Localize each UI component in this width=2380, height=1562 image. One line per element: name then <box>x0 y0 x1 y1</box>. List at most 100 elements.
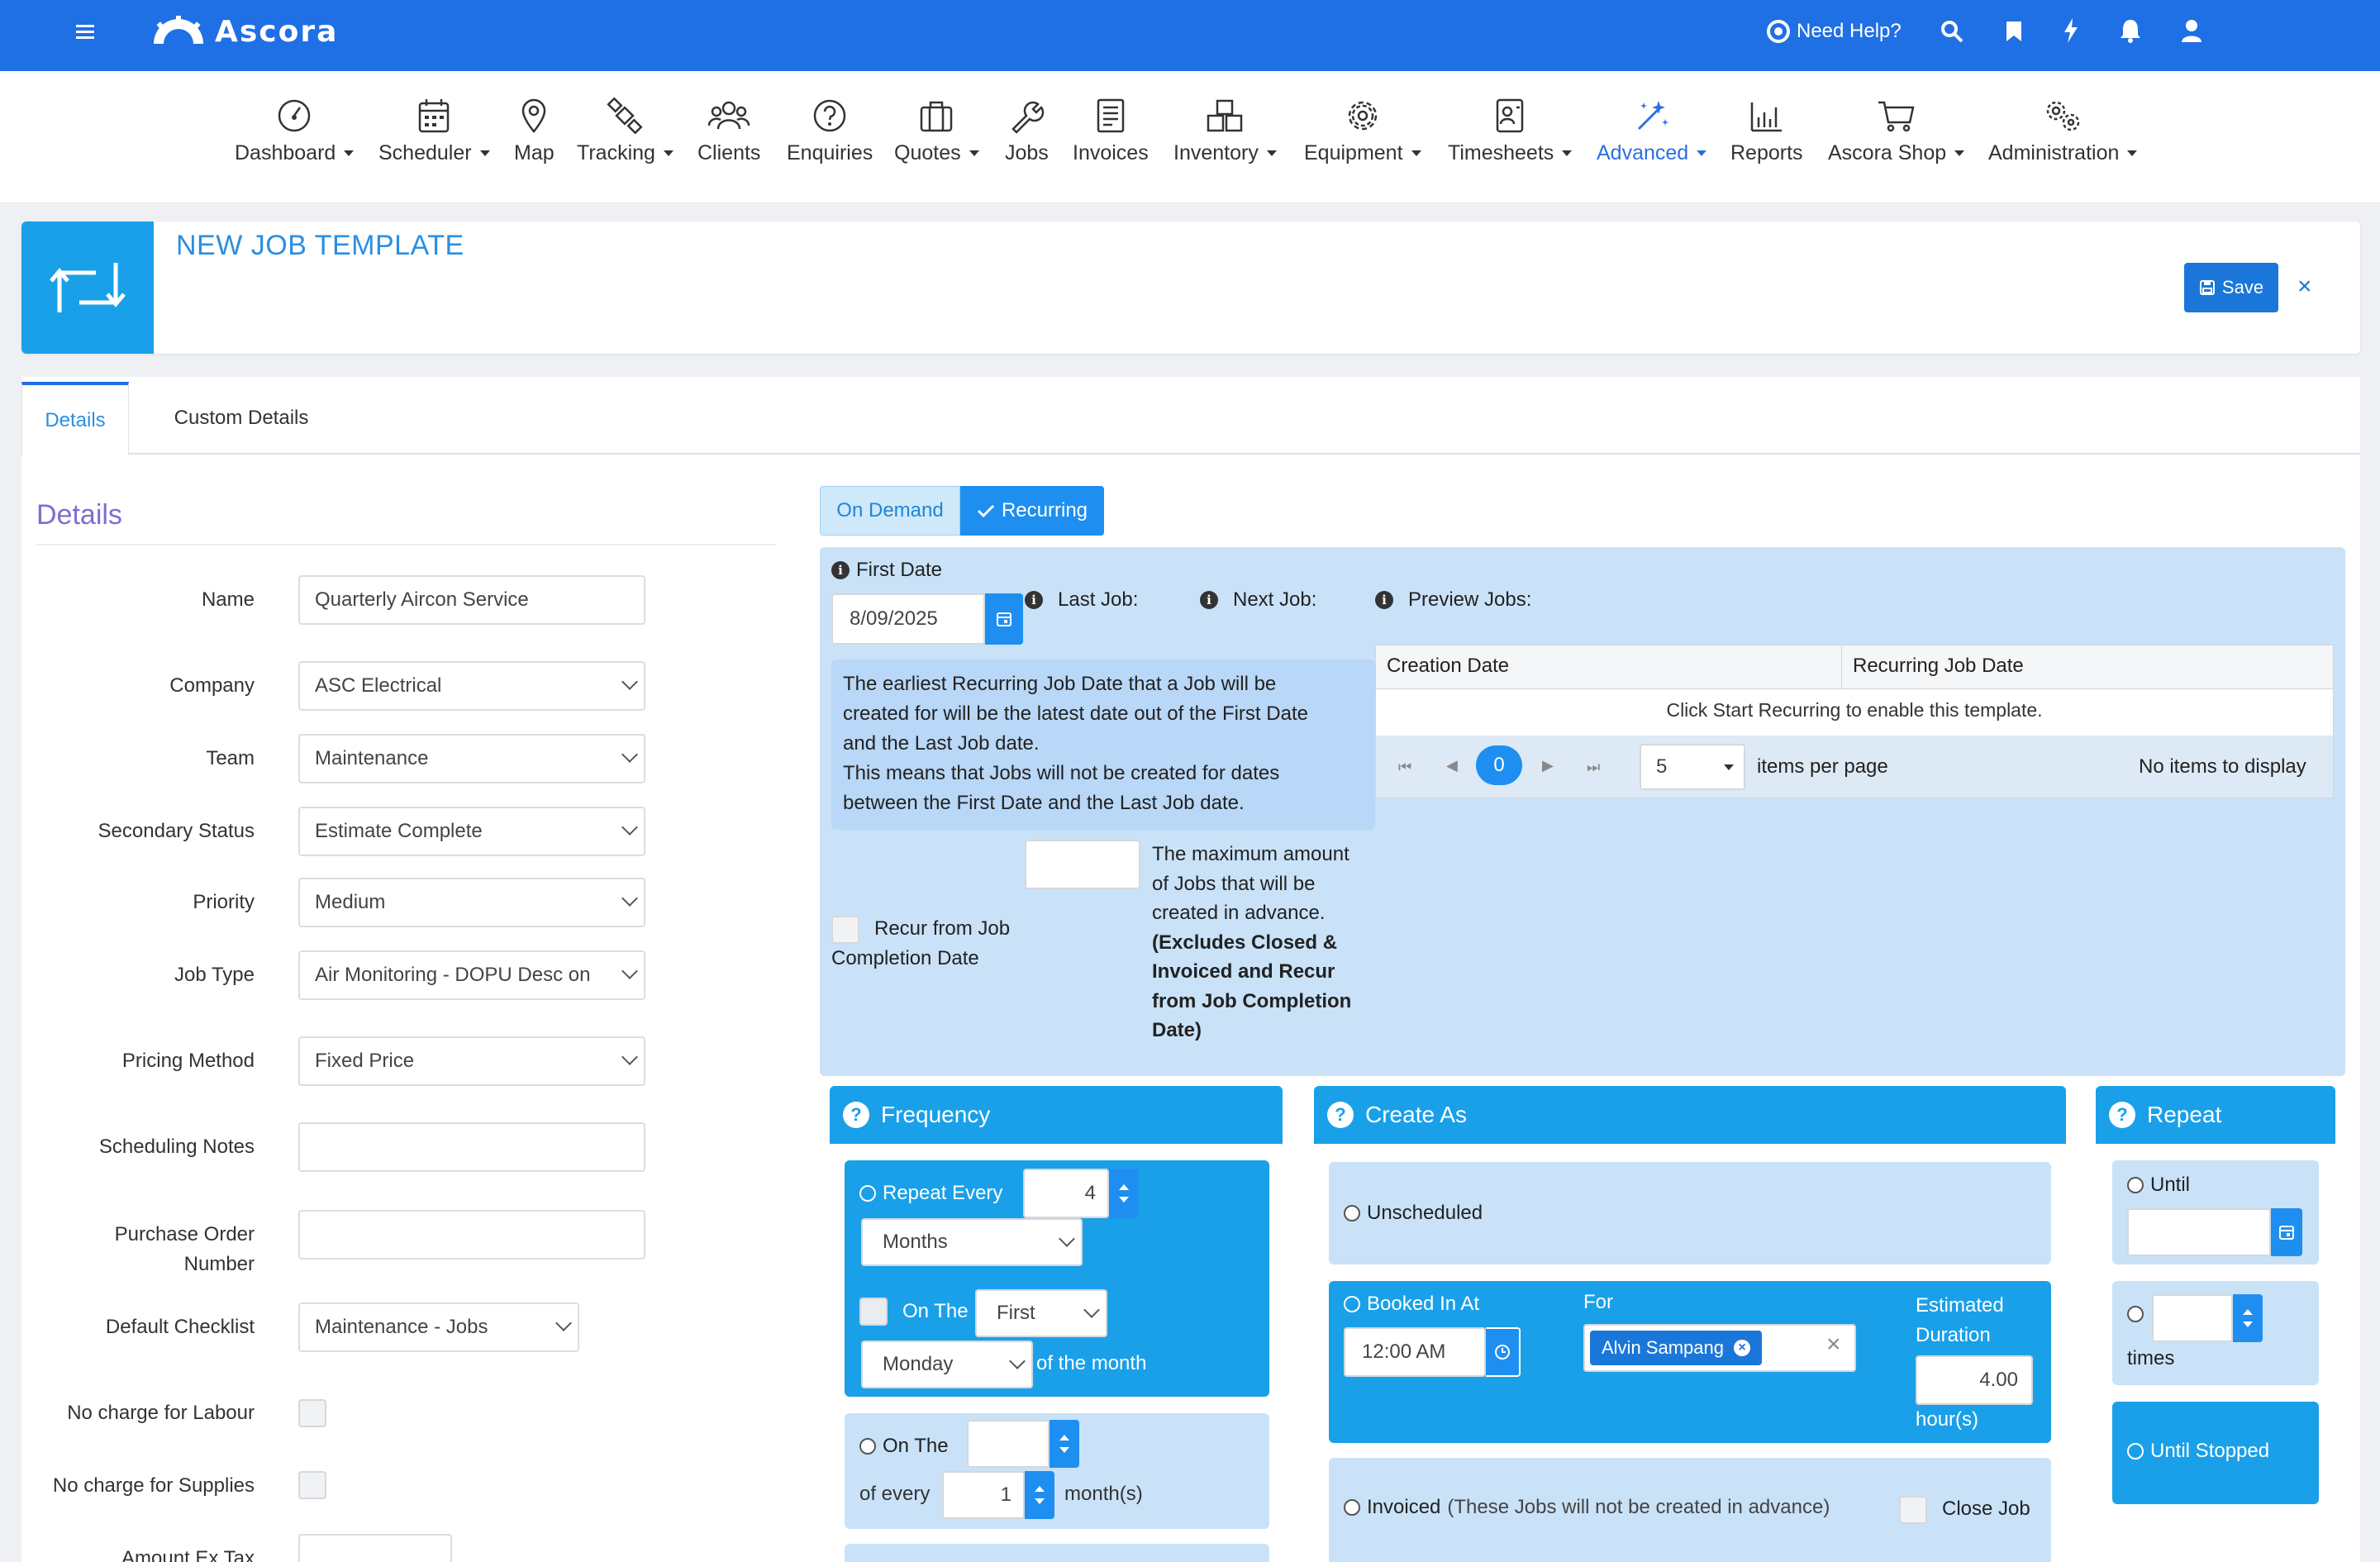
repeat-unit-select[interactable]: Months <box>861 1218 1083 1266</box>
next-page-icon[interactable]: ▶ <box>1542 757 1554 774</box>
booked-time-input[interactable]: 12:00 AM <box>1344 1327 1486 1377</box>
nav-jobs[interactable]: Jobs <box>1005 95 1049 178</box>
help-icon[interactable]: ? <box>2109 1102 2135 1128</box>
assignee-tag[interactable]: Alvin Sampang × <box>1590 1331 1762 1365</box>
calendar-picker-button[interactable] <box>985 593 1023 645</box>
of-every-input[interactable]: 1 <box>942 1471 1025 1519</box>
nav-inventory[interactable]: Inventory <box>1173 95 1277 178</box>
close-job-checkbox[interactable] <box>1899 1496 1927 1524</box>
until-calendar-button[interactable] <box>2271 1208 2302 1256</box>
until-stopped-radio[interactable] <box>2127 1443 2144 1460</box>
until-radio[interactable] <box>2127 1177 2144 1193</box>
unscheduled-option[interactable]: Unscheduled <box>1344 1202 1483 1225</box>
purchase-order-input[interactable] <box>298 1210 645 1260</box>
recurring-toggle[interactable]: Recurring <box>960 486 1104 536</box>
no-charge-supplies-checkbox[interactable] <box>298 1471 326 1499</box>
scheduling-notes-label: Scheduling Notes <box>98 1136 255 1158</box>
close-button[interactable]: × <box>2297 273 2312 301</box>
nav-administration[interactable]: Administration <box>1988 95 2138 178</box>
nav-equipment[interactable]: Equipment <box>1304 95 1421 178</box>
tab-custom-details[interactable]: Custom Details <box>142 382 340 455</box>
nav-ascora-shop[interactable]: Ascora Shop <box>1828 95 1965 178</box>
nav-scheduler[interactable]: Scheduler <box>378 95 490 178</box>
page-size-select[interactable]: 5 <box>1640 744 1745 790</box>
times-radio[interactable] <box>2127 1306 2144 1322</box>
nav-tracking[interactable]: Tracking <box>577 95 674 178</box>
booked-in-at-radio[interactable] <box>1344 1296 1360 1312</box>
pricing-method-select[interactable]: Fixed Price <box>298 1036 645 1086</box>
calendar-icon <box>2279 1226 2294 1240</box>
nav-timesheets[interactable]: Timesheets <box>1448 95 1573 178</box>
invoiced-option[interactable]: Invoiced (These Jobs will not be created … <box>1344 1496 1830 1519</box>
company-select[interactable]: ASC Electrical <box>298 661 645 711</box>
help-icon[interactable]: ? <box>843 1102 869 1128</box>
save-button[interactable]: Save <box>2184 263 2278 312</box>
until-date-input[interactable] <box>2127 1208 2271 1256</box>
name-input[interactable]: Quarterly Aircon Service <box>298 575 645 625</box>
no-charge-labour-checkbox[interactable] <box>298 1399 326 1427</box>
on-the-checkbox[interactable] <box>859 1298 888 1326</box>
job-type-select[interactable]: Air Monitoring - DOPU Desc on <box>298 950 645 1000</box>
max-jobs-input[interactable] <box>1025 840 1140 889</box>
day-of-month-input[interactable] <box>967 1420 1050 1468</box>
bookmark-icon[interactable] <box>2005 20 2023 43</box>
invoiced-radio[interactable] <box>1344 1499 1360 1516</box>
last-page-icon[interactable]: ⏭ <box>1587 759 1600 776</box>
user-icon[interactable] <box>2180 18 2203 43</box>
amount-ex-tax-input[interactable] <box>298 1534 452 1562</box>
until-stopped-option[interactable]: Until Stopped <box>2127 1440 2269 1463</box>
scheduling-notes-input[interactable] <box>298 1122 645 1172</box>
repeat-every-input[interactable]: 4 <box>1023 1169 1109 1218</box>
nav-invoices[interactable]: Invoices <box>1073 95 1149 178</box>
of-every-stepper[interactable] <box>1025 1471 1054 1519</box>
default-checklist-select[interactable]: Maintenance - Jobs <box>298 1302 579 1352</box>
id-card-icon <box>1493 95 1526 136</box>
chevron-down-icon <box>621 963 638 979</box>
on-demand-toggle[interactable]: On Demand <box>820 486 960 536</box>
recur-from-completion-checkbox[interactable] <box>831 916 859 944</box>
nav-map[interactable]: Map <box>514 95 555 178</box>
first-page-icon[interactable]: ⏮ <box>1398 759 1411 776</box>
secondary-status-select[interactable]: Estimate Complete <box>298 807 645 856</box>
nav-dashboard[interactable]: Dashboard <box>235 95 355 178</box>
priority-select[interactable]: Medium <box>298 878 645 927</box>
on-the-day-radio[interactable] <box>859 1438 876 1455</box>
grid-column-recurring-job-date[interactable]: Recurring Job Date <box>1853 655 2024 678</box>
repeat-every-stepper[interactable] <box>1109 1169 1139 1218</box>
ordinal-select[interactable]: First <box>975 1289 1107 1337</box>
first-date-input[interactable]: 8/09/2025 <box>831 593 985 645</box>
tab-details[interactable]: Details <box>21 382 129 456</box>
remove-tag-icon[interactable]: × <box>1733 1340 1750 1356</box>
need-help-link[interactable]: Need Help? <box>1767 20 1902 43</box>
repeat-every-option[interactable]: Repeat Every <box>859 1182 1002 1205</box>
times-option[interactable] <box>2127 1306 2144 1322</box>
nav-quotes[interactable]: Quotes <box>894 95 979 178</box>
grid-column-creation-date[interactable]: Creation Date <box>1387 655 1509 678</box>
times-stepper[interactable] <box>2233 1294 2263 1342</box>
on-the-day-option[interactable]: On The <box>859 1435 949 1458</box>
weekday-select[interactable]: Monday <box>861 1341 1033 1388</box>
booked-in-at-option[interactable]: Booked In At <box>1344 1293 1479 1316</box>
duration-input[interactable]: 4.00 <box>1916 1355 2033 1405</box>
current-page[interactable]: 0 <box>1476 745 1522 785</box>
repeat-every-radio[interactable] <box>859 1185 876 1202</box>
unscheduled-radio[interactable] <box>1344 1205 1360 1222</box>
times-input[interactable] <box>2152 1294 2233 1342</box>
prev-page-icon[interactable]: ◀ <box>1446 757 1458 774</box>
bell-icon[interactable] <box>2119 18 2142 43</box>
team-select[interactable]: Maintenance <box>298 734 645 783</box>
help-icon[interactable]: ? <box>1327 1102 1354 1128</box>
search-icon[interactable] <box>1940 20 1963 43</box>
nav-enquiries[interactable]: Enquiries <box>787 95 873 178</box>
clear-selection-icon[interactable]: × <box>1826 1331 1841 1359</box>
nav-advanced[interactable]: Advanced <box>1597 95 1707 178</box>
purchase-order-label-2: Number <box>183 1253 255 1275</box>
nav-reports[interactable]: Reports <box>1730 95 1803 178</box>
time-picker-button[interactable] <box>1486 1327 1521 1377</box>
day-of-month-stepper[interactable] <box>1050 1420 1079 1468</box>
lightning-icon[interactable] <box>2063 18 2079 43</box>
nav-clients[interactable]: Clients <box>697 95 760 178</box>
until-option[interactable]: Until <box>2127 1174 2190 1197</box>
menu-toggle-icon[interactable] <box>76 23 96 41</box>
brand-logo[interactable]: Ascora <box>150 15 338 49</box>
